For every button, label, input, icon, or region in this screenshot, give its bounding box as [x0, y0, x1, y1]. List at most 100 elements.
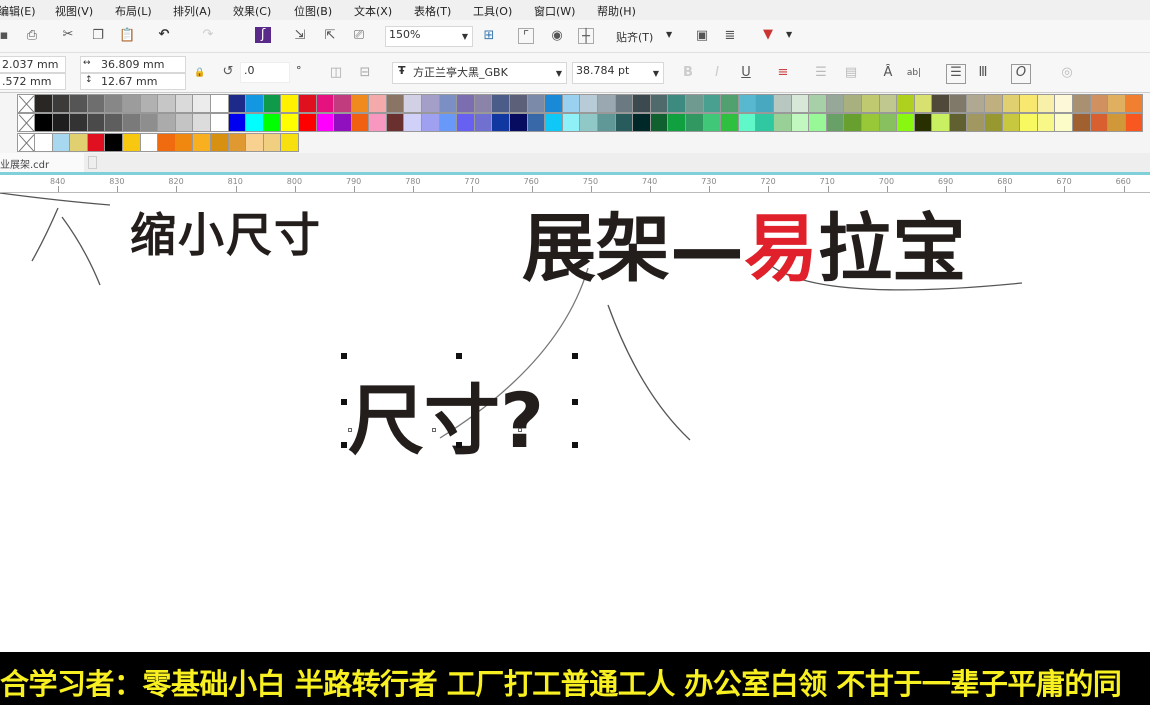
selection-handle[interactable]: [341, 442, 347, 448]
rotate-icon[interactable]: ↺: [220, 64, 236, 80]
color-swatch[interactable]: [985, 94, 1003, 113]
color-swatch[interactable]: [175, 133, 194, 152]
color-swatch[interactable]: [773, 113, 792, 132]
color-swatch[interactable]: [1055, 94, 1074, 113]
menu-item[interactable]: 视图(V): [55, 3, 93, 19]
edit-text-icon[interactable]: ab|: [906, 65, 922, 81]
color-swatch[interactable]: [897, 94, 915, 113]
color-swatch[interactable]: [228, 113, 247, 132]
document-tab[interactable]: 业展架.cdr: [0, 153, 84, 172]
color-swatch[interactable]: [193, 133, 211, 152]
color-swatch[interactable]: [738, 94, 757, 113]
color-swatch[interactable]: [52, 133, 71, 152]
color-swatch[interactable]: [175, 113, 194, 132]
node-handle[interactable]: [518, 428, 522, 432]
font-family-select[interactable]: Ŧ 方正兰亭大黑_GBK ▼: [392, 62, 567, 84]
color-swatch[interactable]: [545, 113, 563, 132]
color-swatch[interactable]: [439, 94, 458, 113]
color-swatch[interactable]: [105, 113, 123, 132]
options-icon[interactable]: ≣: [722, 28, 738, 44]
color-swatch[interactable]: [1108, 113, 1126, 132]
color-swatch[interactable]: [210, 113, 229, 132]
color-swatch[interactable]: [861, 94, 880, 113]
color-swatch[interactable]: [580, 113, 598, 132]
snap-to-button[interactable]: 贴齐(T): [616, 29, 653, 45]
color-swatch[interactable]: [457, 94, 475, 113]
paste-icon[interactable]: 📋: [119, 28, 135, 44]
font-size-select[interactable]: 38.784 pt ▼: [572, 62, 664, 84]
color-swatch[interactable]: [298, 94, 317, 113]
color-swatch[interactable]: [598, 94, 616, 113]
color-swatch[interactable]: [52, 94, 71, 113]
undo-icon[interactable]: ↶: [156, 27, 172, 43]
color-swatch[interactable]: [809, 113, 827, 132]
color-swatch[interactable]: [210, 133, 229, 152]
color-swatch[interactable]: [369, 94, 387, 113]
convert-icon[interactable]: ◎: [1059, 65, 1075, 81]
color-swatch[interactable]: [615, 94, 634, 113]
color-swatch[interactable]: [1020, 94, 1038, 113]
guidelines-icon[interactable]: ┼: [578, 28, 594, 44]
color-swatch[interactable]: [756, 94, 774, 113]
color-swatch[interactable]: [967, 94, 986, 113]
color-swatch[interactable]: [105, 94, 123, 113]
color-swatch[interactable]: [1037, 113, 1056, 132]
color-swatch[interactable]: [703, 94, 722, 113]
color-swatch[interactable]: [122, 113, 141, 132]
color-swatch[interactable]: [70, 94, 88, 113]
color-swatch[interactable]: [844, 94, 862, 113]
color-swatch[interactable]: [1090, 113, 1109, 132]
color-swatch[interactable]: [826, 94, 845, 113]
color-swatch[interactable]: [228, 94, 247, 113]
menu-item[interactable]: 工具(O): [473, 3, 512, 19]
color-swatch[interactable]: [809, 94, 827, 113]
selection-handle[interactable]: [572, 399, 578, 405]
color-swatch[interactable]: [158, 133, 176, 152]
color-swatch[interactable]: [1073, 94, 1091, 113]
color-swatch[interactable]: [773, 94, 792, 113]
color-swatch[interactable]: [756, 113, 774, 132]
color-swatch[interactable]: [1125, 113, 1144, 132]
full-screen-icon[interactable]: ⊞: [481, 28, 497, 44]
color-swatch[interactable]: [1125, 94, 1144, 113]
color-swatch[interactable]: [879, 113, 898, 132]
copy-icon[interactable]: ❐: [90, 28, 106, 44]
menu-item[interactable]: 帮助(H): [597, 3, 636, 19]
node-handle[interactable]: [348, 428, 352, 432]
color-swatch[interactable]: [527, 94, 546, 113]
color-swatch[interactable]: [87, 133, 106, 152]
color-swatch[interactable]: [457, 113, 475, 132]
color-swatch[interactable]: [87, 94, 106, 113]
color-swatch[interactable]: [404, 94, 423, 113]
color-swatch[interactable]: [633, 113, 651, 132]
color-swatch[interactable]: [422, 113, 440, 132]
color-swatch[interactable]: [246, 133, 264, 152]
color-swatch[interactable]: [844, 113, 862, 132]
color-swatch[interactable]: [105, 133, 123, 152]
export-icon[interactable]: ⇱: [322, 28, 338, 44]
color-swatch[interactable]: [298, 113, 317, 132]
horizontal-text-icon[interactable]: ☰: [946, 64, 966, 84]
lock-ratio-icon[interactable]: 🔒: [192, 65, 208, 81]
publish-pdf-icon[interactable]: ⎚: [351, 28, 367, 44]
color-swatch[interactable]: [562, 113, 581, 132]
color-swatch[interactable]: [228, 133, 247, 152]
color-swatch[interactable]: [439, 113, 458, 132]
selection-handle[interactable]: [456, 353, 462, 359]
color-swatch[interactable]: [158, 113, 176, 132]
bold-icon[interactable]: B: [680, 65, 696, 81]
color-swatch[interactable]: [140, 94, 159, 113]
color-swatch[interactable]: [967, 113, 986, 132]
menu-item[interactable]: 编辑(E): [0, 3, 36, 19]
color-swatch[interactable]: [422, 94, 440, 113]
bullet-list-icon[interactable]: ☰: [813, 65, 829, 81]
y-position-field[interactable]: .572 mm: [0, 73, 66, 90]
text-shrink-size[interactable]: 缩小尺寸: [130, 199, 322, 265]
color-swatch[interactable]: [527, 113, 546, 132]
color-swatch[interactable]: [492, 94, 511, 113]
color-swatch[interactable]: [1073, 113, 1091, 132]
color-swatch[interactable]: [334, 94, 352, 113]
color-swatch[interactable]: [386, 94, 405, 113]
color-swatch[interactable]: [598, 113, 616, 132]
color-swatch[interactable]: [1037, 94, 1056, 113]
